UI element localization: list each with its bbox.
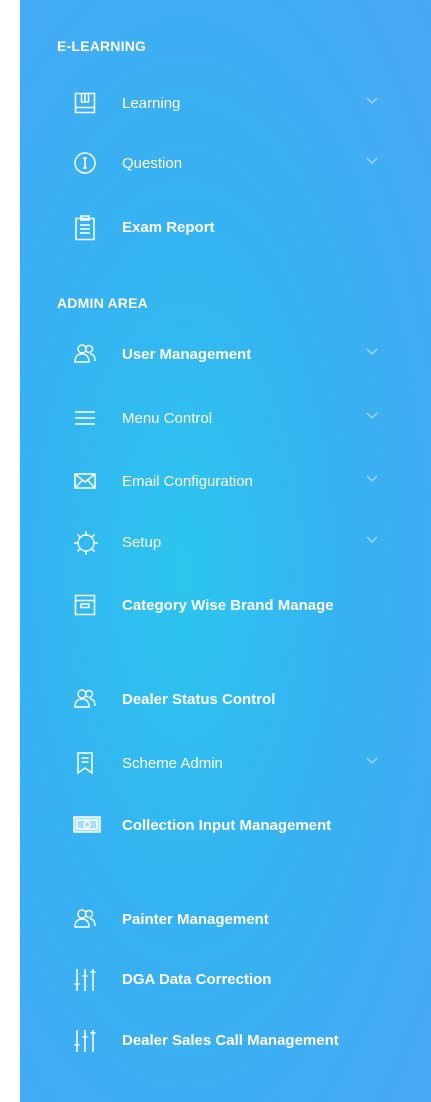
sidebar-item-dga-data-correction[interactable]: DGA Data Correction bbox=[20, 967, 431, 1007]
sidebar-item-label: Category Wise Brand Manage bbox=[122, 597, 334, 614]
sidebar-item-menu-control[interactable]: Menu Control bbox=[20, 406, 431, 446]
sidebar-item-learning[interactable]: Learning bbox=[20, 91, 431, 131]
sidebar-item-dealer-sales-call-management[interactable]: Dealer Sales Call Management bbox=[20, 1028, 431, 1088]
sidebar-item-email-configuration[interactable]: Email Configuration bbox=[20, 469, 431, 509]
envelope-icon bbox=[73, 469, 97, 493]
sidebar-item-label: Dealer Status Control bbox=[122, 691, 276, 708]
sidebar-item-scheme-admin[interactable]: Scheme Admin bbox=[20, 751, 431, 791]
section-title-admin-area: ADMIN AREA bbox=[57, 295, 148, 311]
menu-lines-icon bbox=[73, 406, 97, 430]
sidebar-item-label: Learning bbox=[122, 95, 181, 112]
bookmark-list-icon bbox=[73, 751, 97, 775]
users-icon bbox=[73, 907, 97, 931]
sidebar-item-label: Dealer Sales Call Management bbox=[122, 1032, 339, 1049]
chevron-down-icon bbox=[365, 93, 379, 107]
sidebar: E-LEARNING Learning Question Exam Report… bbox=[20, 0, 431, 1102]
clipboard-icon bbox=[73, 215, 97, 241]
chevron-down-icon bbox=[365, 532, 379, 546]
info-circle-icon bbox=[73, 151, 97, 175]
sidebar-item-label: Menu Control bbox=[122, 410, 213, 427]
sidebar-item-label: Email Configuration bbox=[122, 473, 253, 490]
sidebar-item-exam-report[interactable]: Exam Report bbox=[20, 215, 431, 255]
gear-icon bbox=[73, 530, 98, 555]
chevron-down-icon bbox=[365, 344, 379, 358]
archive-box-icon bbox=[73, 593, 97, 617]
users-icon bbox=[73, 342, 97, 366]
sliders-icon bbox=[73, 1028, 97, 1052]
sliders-icon bbox=[73, 967, 97, 991]
sidebar-item-question[interactable]: Question bbox=[20, 151, 431, 191]
sidebar-item-collection-input-management[interactable]: Collection Input Management bbox=[20, 813, 431, 873]
sidebar-item-label: Scheme Admin bbox=[122, 755, 223, 772]
sidebar-item-label: User Management bbox=[122, 346, 252, 363]
sidebar-item-setup[interactable]: Setup bbox=[20, 530, 431, 570]
section-title-e-learning: E-LEARNING bbox=[57, 38, 147, 54]
chevron-down-icon bbox=[365, 408, 379, 422]
sidebar-item-label: Setup bbox=[122, 534, 162, 551]
sidebar-item-label: Painter Management bbox=[122, 911, 269, 928]
sidebar-item-label: Exam Report bbox=[122, 219, 215, 236]
sidebar-item-label: DGA Data Correction bbox=[122, 971, 272, 988]
sidebar-item-label: Question bbox=[122, 155, 183, 172]
money-icon bbox=[73, 813, 101, 837]
sidebar-item-user-management[interactable]: User Management bbox=[20, 342, 431, 382]
chevron-down-icon bbox=[365, 753, 379, 767]
chevron-down-icon bbox=[365, 471, 379, 485]
sidebar-item-dealer-status-control[interactable]: Dealer Status Control bbox=[20, 687, 431, 727]
sidebar-item-painter-management[interactable]: Painter Management bbox=[20, 907, 431, 947]
sidebar-item-label: Collection Input Management bbox=[122, 817, 332, 834]
sidebar-item-category-wise-brand-manage[interactable]: Category Wise Brand Manage bbox=[20, 593, 431, 653]
chevron-down-icon bbox=[365, 153, 379, 167]
users-icon bbox=[73, 687, 97, 711]
book-icon bbox=[73, 91, 97, 115]
